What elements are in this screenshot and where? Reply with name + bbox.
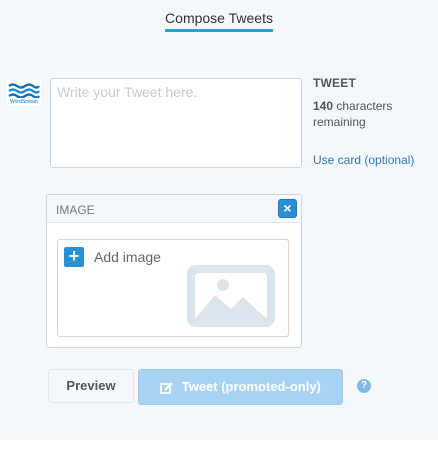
question-icon[interactable]: ? [357,379,371,393]
use-card-link[interactable]: Use card (optional) [313,153,414,167]
tweet-button-label[interactable]: Tweet (promoted-only) [182,379,321,394]
page-title: Compose Tweets [165,10,273,32]
tweet-input[interactable]: Write your Tweet here. [50,78,302,168]
image-panel: IMAGE × + Add image [46,194,302,348]
char-counter: 140 characters remaining [313,98,438,130]
image-panel-header: IMAGE × [47,195,301,223]
avatar: WordStream [7,80,41,106]
title-wrap: Compose Tweets [0,10,438,32]
image-placeholder-icon [187,265,275,327]
avatar-brand: WordStream [10,99,38,105]
plus-icon[interactable]: + [64,247,84,267]
wordstream-waves-icon [8,83,40,98]
preview-button[interactable]: Preview [48,369,134,403]
tweet-button[interactable]: Tweet (promoted-only) [138,369,343,405]
char-count: 140 [313,99,334,113]
image-panel-label: IMAGE [56,203,95,217]
image-dropzone[interactable]: + Add image [57,239,289,337]
add-image-label[interactable]: Add image [94,249,161,265]
compose-pen-icon [160,381,173,394]
tweet-heading: TWEET [313,76,356,90]
compose-panel: Compose Tweets WordStream Write your Twe… [0,0,438,440]
tweet-meta: TWEET 140 characters remaining Use card … [313,76,438,167]
close-icon[interactable]: × [278,199,297,218]
